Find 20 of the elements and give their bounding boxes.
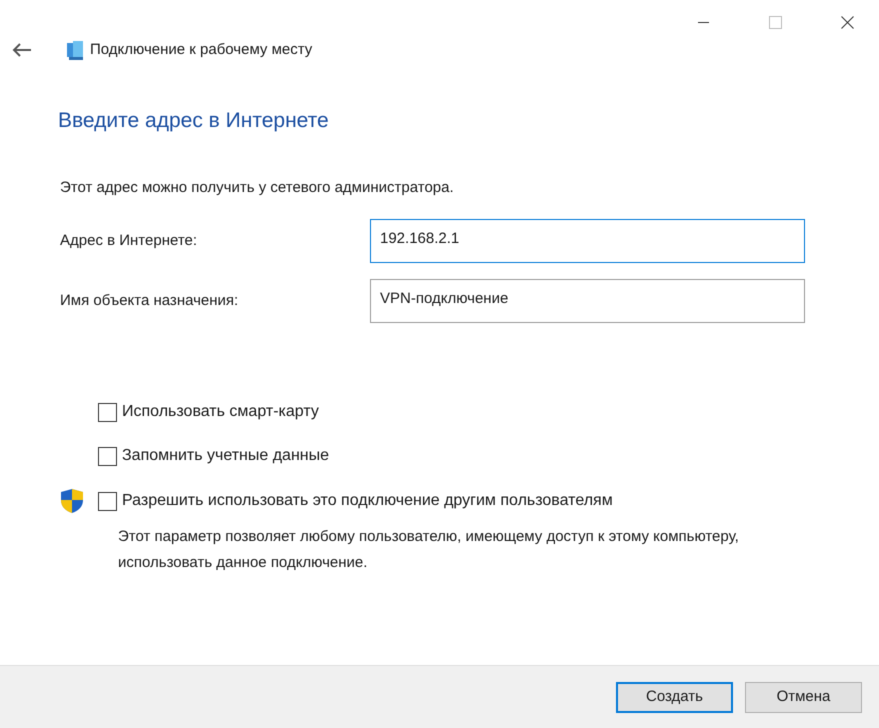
window-title: Подключение к рабочему месту — [90, 40, 312, 60]
shield-icon — [60, 488, 84, 514]
checkbox[interactable] — [98, 446, 117, 466]
field-label: Имя объекта назначения: — [60, 290, 240, 311]
option-description: Этот параметр позволяет любому пользователю, имеющему доступ к этому компьютеру, использовать данное подключение. — [118, 527, 740, 573]
dialog-button[interactable]: Отмена — [745, 682, 862, 712]
input-field[interactable]: VPN-подключение — [370, 279, 805, 323]
checkbox-option[interactable]: Запомнить учетные данные — [98, 444, 330, 468]
close-icon — [840, 16, 854, 28]
checkbox-option[interactable]: Разрешить использовать это подключение другим пользователям — [98, 489, 613, 513]
page-heading: Введите адрес в Интернете — [58, 108, 330, 134]
checkbox[interactable] — [98, 492, 117, 510]
checkbox-option[interactable]: Использовать смарт-карту — [98, 400, 319, 424]
maximize-icon — [768, 16, 782, 28]
field-label: Адрес в Интернете: — [60, 230, 198, 251]
dialog-button[interactable]: Создать — [616, 682, 733, 712]
instruction-text: Этот адрес можно получить у сетевого администратора. — [60, 178, 455, 198]
back-arrow-icon — [12, 43, 32, 57]
checkbox[interactable] — [98, 402, 117, 422]
input-field[interactable]: 192.168.2.1 — [370, 219, 805, 263]
